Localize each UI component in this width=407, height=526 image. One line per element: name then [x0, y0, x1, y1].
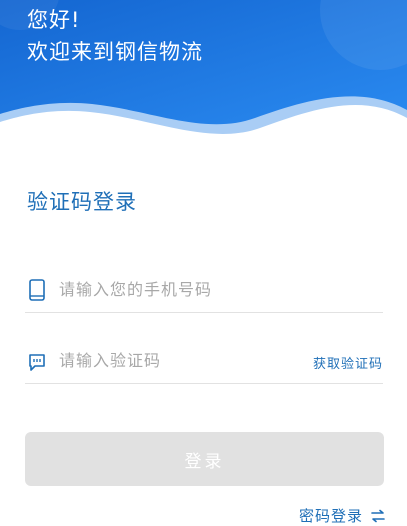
login-button[interactable]: 登录	[25, 432, 384, 486]
phone-icon	[29, 279, 45, 301]
welcome-text: 欢迎来到钢信物流	[27, 40, 203, 64]
get-code-button[interactable]: 获取验证码	[313, 353, 383, 372]
code-input[interactable]	[59, 345, 299, 375]
greeting-text: 您好!	[27, 8, 81, 32]
phone-field	[25, 266, 383, 313]
header-banner: 您好! 欢迎来到钢信物流	[0, 0, 407, 150]
password-login-label: 密码登录	[298, 507, 363, 525]
phone-input[interactable]	[59, 274, 299, 304]
swap-arrows-icon	[371, 509, 385, 522]
message-icon	[29, 354, 45, 371]
password-login-link[interactable]: 密码登录	[299, 505, 385, 526]
code-field: 获取验证码	[25, 337, 383, 384]
page-title: 验证码登录	[27, 190, 137, 214]
